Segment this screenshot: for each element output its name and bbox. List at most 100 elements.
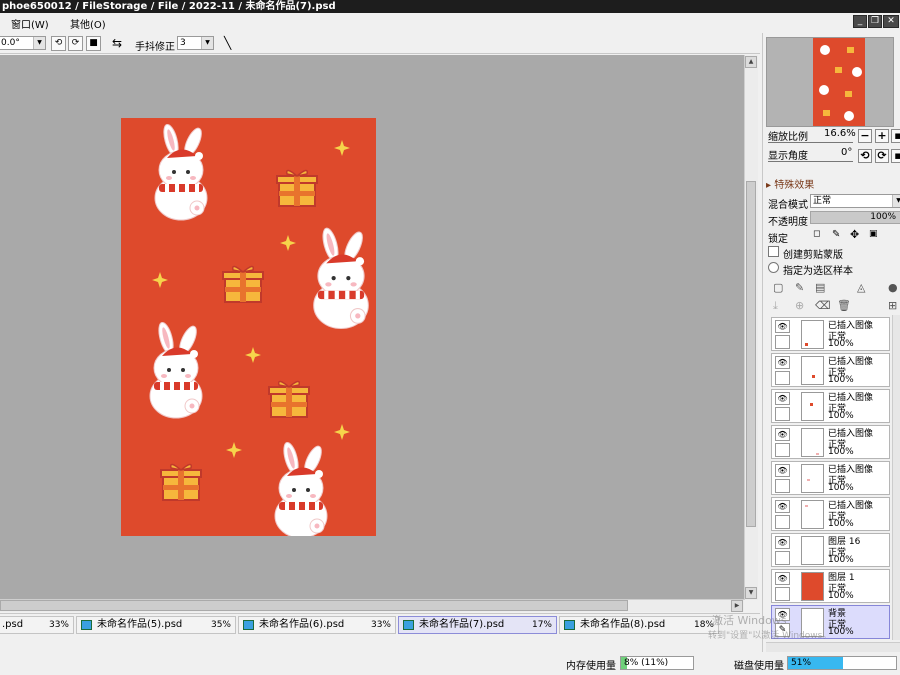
- minimize-button[interactable]: _: [853, 15, 867, 28]
- layer-list-scrollbar[interactable]: [892, 315, 900, 640]
- rotate-right-button[interactable]: ⟳: [68, 36, 83, 51]
- layer-checkbox[interactable]: [775, 551, 790, 565]
- navigator-preview[interactable]: [766, 37, 894, 127]
- tab-document-8[interactable]: 未命名作品(8).psd 18%: [559, 616, 719, 634]
- tab-document-7[interactable]: 未命名作品(7).psd 17%: [398, 616, 557, 634]
- zoom-reset-button[interactable]: ▪: [891, 129, 900, 143]
- stabilizer-dropdown[interactable]: 3 ▼: [177, 36, 214, 50]
- selection-source-radio[interactable]: [768, 262, 779, 273]
- layer-checkbox[interactable]: [775, 443, 790, 457]
- layer-item[interactable]: 👁 已插入图像 正常 100%: [771, 497, 890, 531]
- merge-down-icon[interactable]: ⊕: [795, 299, 804, 312]
- tab-document-4[interactable]: .psd 33%: [0, 616, 74, 634]
- close-button[interactable]: ✕: [883, 15, 899, 28]
- layer-checkbox[interactable]: [775, 515, 790, 529]
- new-layer-icon[interactable]: ▢: [773, 281, 783, 294]
- rotate-view-reset-button[interactable]: ▪: [891, 149, 900, 163]
- clear-layer-icon[interactable]: ⌫: [815, 299, 831, 312]
- artwork-canvas[interactable]: [121, 118, 376, 536]
- rotate-view-right-button[interactable]: ⟳: [875, 149, 889, 163]
- layer-thumbnail: [801, 464, 824, 493]
- rotation-value: 0.0°: [1, 38, 20, 48]
- eye-icon[interactable]: 👁: [775, 320, 790, 333]
- layer-item[interactable]: 👁 已插入图像 正常 100%: [771, 353, 890, 387]
- layer-settings-icon[interactable]: ⊞: [888, 299, 897, 312]
- transfer-down-icon[interactable]: ⤓: [773, 299, 778, 313]
- eye-icon[interactable]: 👁: [775, 464, 790, 477]
- tab-label: 未命名作品(8).psd: [580, 619, 666, 630]
- zoom-slider[interactable]: [768, 138, 853, 143]
- menu-other[interactable]: 其他(O): [70, 16, 106, 31]
- tab-document-6[interactable]: 未命名作品(6).psd 33%: [238, 616, 396, 634]
- eye-icon[interactable]: 👁: [775, 536, 790, 549]
- scroll-up-icon[interactable]: ▲: [745, 56, 757, 68]
- layer-item[interactable]: 👁 已插入图像 正常 100%: [771, 425, 890, 459]
- eye-icon[interactable]: 👁: [775, 356, 790, 369]
- layer-checkbox[interactable]: [775, 407, 790, 421]
- gift-image-3: [268, 380, 310, 418]
- lock-draw-icon[interactable]: ✎: [832, 229, 840, 240]
- layer-checkbox[interactable]: [775, 371, 790, 385]
- zoom-in-button[interactable]: +: [875, 129, 889, 143]
- blend-mode-dropdown[interactable]: 正常 ▼: [810, 194, 900, 208]
- opacity-slider[interactable]: 100%: [810, 211, 900, 224]
- tab-label: 未命名作品(5).psd: [97, 619, 183, 630]
- layer-thumbnail: [801, 356, 824, 385]
- new-vector-layer-icon[interactable]: ✎: [795, 281, 804, 294]
- scroll-right-icon[interactable]: ▶: [731, 600, 743, 612]
- layer-thumbnail: [801, 392, 824, 421]
- vertical-scroll-thumb[interactable]: [746, 181, 756, 527]
- horizontal-scrollbar[interactable]: ▶: [0, 599, 744, 612]
- eye-icon[interactable]: 👁: [775, 428, 790, 441]
- flip-horizontal-icon[interactable]: ⇆: [112, 36, 122, 50]
- effects-title: 特殊效果: [774, 180, 815, 191]
- artwork-illustration: [149, 122, 369, 536]
- lock-all-icon[interactable]: ▣: [869, 229, 878, 239]
- memory-usage-value: 8% (11%): [624, 658, 669, 668]
- rotate-view-left-button[interactable]: ⟲: [858, 149, 872, 163]
- layer-list-hscrollbar[interactable]: [766, 642, 900, 652]
- clipping-checkbox[interactable]: [768, 246, 779, 257]
- reset-rotation-button[interactable]: ■: [86, 36, 101, 51]
- tab-document-5[interactable]: 未命名作品(5).psd 35%: [76, 616, 236, 634]
- eye-icon[interactable]: 👁: [775, 500, 790, 513]
- horizontal-scroll-thumb[interactable]: [0, 600, 628, 611]
- layer-checkbox[interactable]: [775, 479, 790, 493]
- layer-item[interactable]: 👁 图层 16 正常 100%: [771, 533, 890, 567]
- eye-icon[interactable]: 👁: [775, 572, 790, 585]
- new-folder-icon[interactable]: ▤: [815, 281, 825, 294]
- bunny-image-3: [149, 320, 203, 419]
- blend-mode-label: 混合模式: [768, 200, 808, 211]
- lock-move-icon[interactable]: ✥: [850, 228, 859, 241]
- layer-checkbox[interactable]: [775, 335, 790, 349]
- lock-label: 锁定: [768, 234, 788, 245]
- layer-thumbnail: [801, 572, 824, 601]
- restore-button[interactable]: ❐: [868, 15, 882, 28]
- scroll-down-icon[interactable]: ▼: [745, 587, 757, 599]
- menu-window[interactable]: 窗口(W): [11, 16, 49, 31]
- zoom-out-button[interactable]: −: [858, 129, 872, 143]
- eye-icon[interactable]: 👁: [775, 392, 790, 405]
- tab-percent: 33%: [48, 620, 69, 630]
- layer-item[interactable]: 👁 图层 1 正常 100%: [771, 569, 890, 603]
- window-title: phoe650012 / FileStorage / File / 2022-1…: [0, 0, 900, 13]
- adjustment-icon[interactable]: ◬: [857, 281, 865, 294]
- angle-slider[interactable]: [768, 157, 853, 162]
- layer-opacity: 100%: [828, 591, 854, 601]
- effects-section[interactable]: ▸ 特殊效果: [766, 176, 814, 191]
- chevron-right-icon: ▸: [766, 180, 775, 191]
- rotate-left-button[interactable]: ⟲: [51, 36, 66, 51]
- lock-transparency-icon[interactable]: ◻: [813, 229, 820, 239]
- chevron-down-icon: ▼: [892, 195, 900, 207]
- chevron-down-icon: ▼: [201, 37, 213, 49]
- vertical-scrollbar[interactable]: ▲ ▼: [744, 55, 758, 600]
- layer-item[interactable]: 👁 已插入图像 正常 100%: [771, 317, 890, 351]
- layer-options-icon[interactable]: ●: [888, 281, 898, 294]
- layer-opacity: 100%: [828, 555, 854, 565]
- layer-item[interactable]: 👁 已插入图像 正常 100%: [771, 389, 890, 423]
- line-tool-icon[interactable]: ╲: [224, 36, 231, 50]
- layer-item[interactable]: 👁 已插入图像 正常 100%: [771, 461, 890, 495]
- layer-checkbox[interactable]: [775, 587, 790, 601]
- delete-layer-icon[interactable]: 🗑: [837, 299, 851, 312]
- rotation-dropdown[interactable]: 0.0° ▼: [0, 36, 46, 50]
